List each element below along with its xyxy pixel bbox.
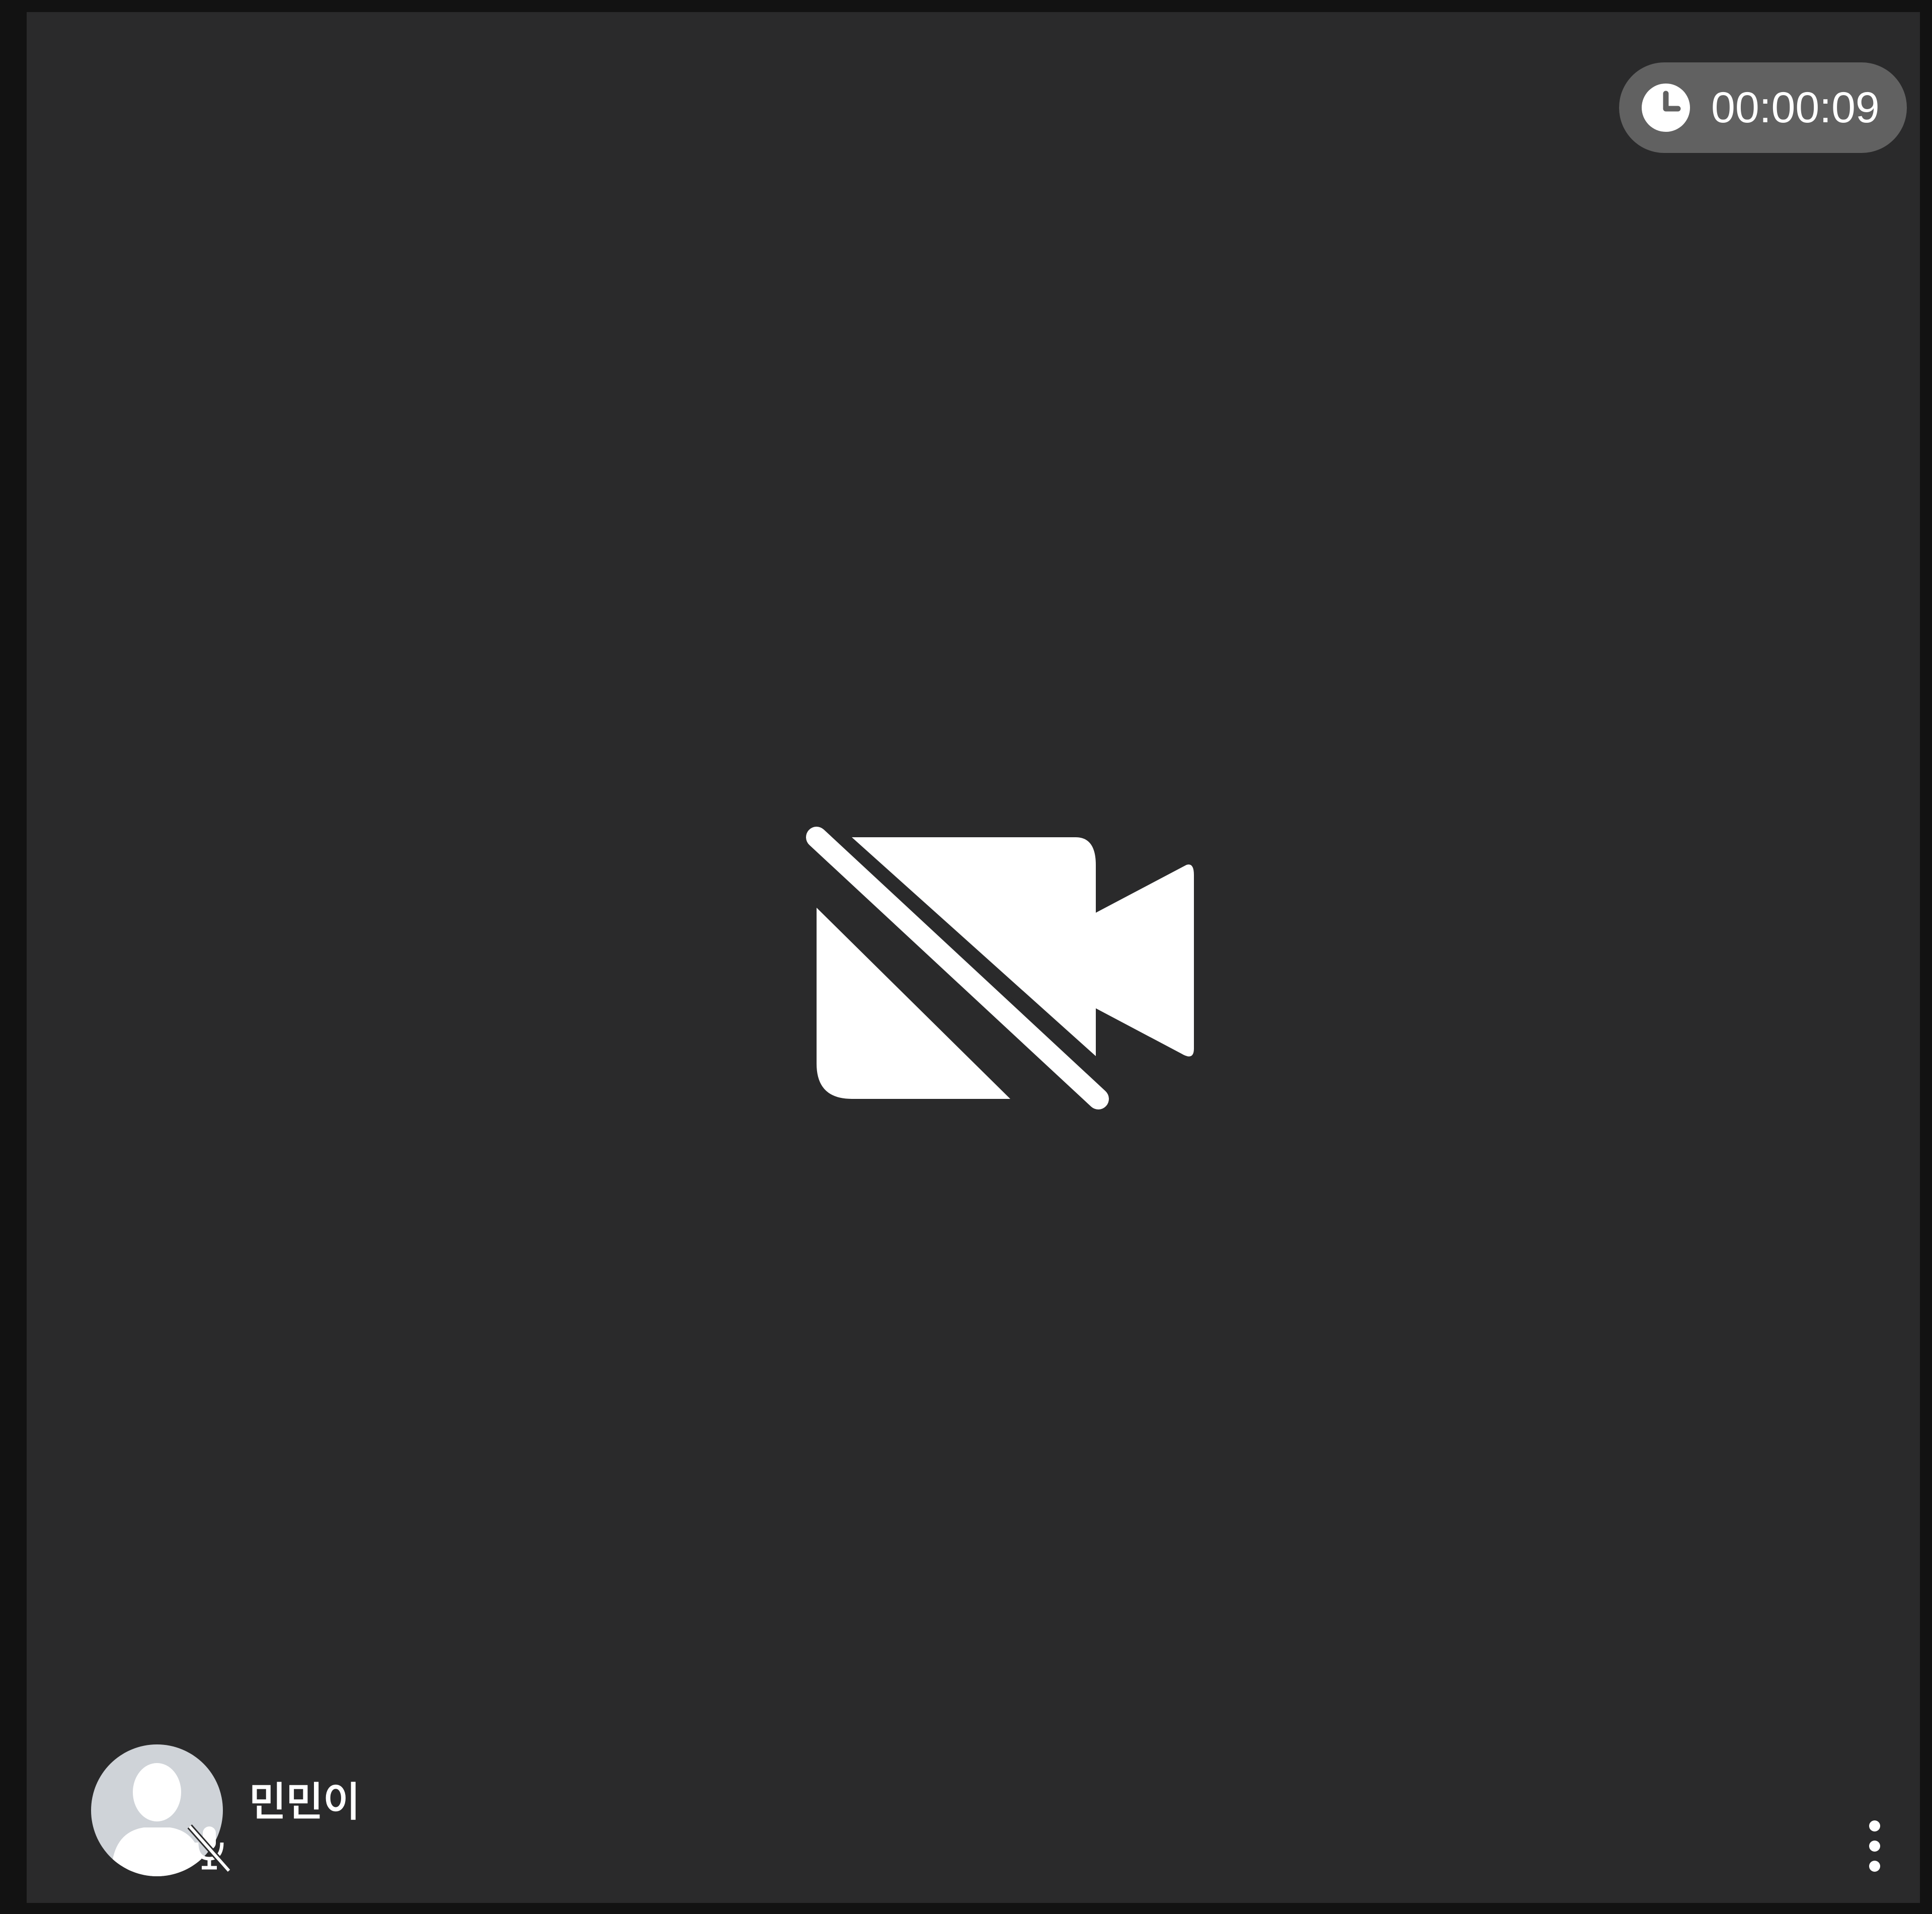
participant-video-tile[interactable]: 00:00:09 민민이 [27,12,1920,1903]
call-timer-text: 00:00:09 [1711,84,1880,132]
call-timer-badge: 00:00:09 [1619,62,1907,153]
participant-name: 민민이 [249,1779,360,1825]
participant-avatar-group [91,1744,231,1883]
mic-off-icon [187,1824,231,1873]
video-off-icon [801,822,1194,1114]
clock-icon [1642,84,1690,132]
more-vertical-icon[interactable] [1855,1818,1895,1874]
